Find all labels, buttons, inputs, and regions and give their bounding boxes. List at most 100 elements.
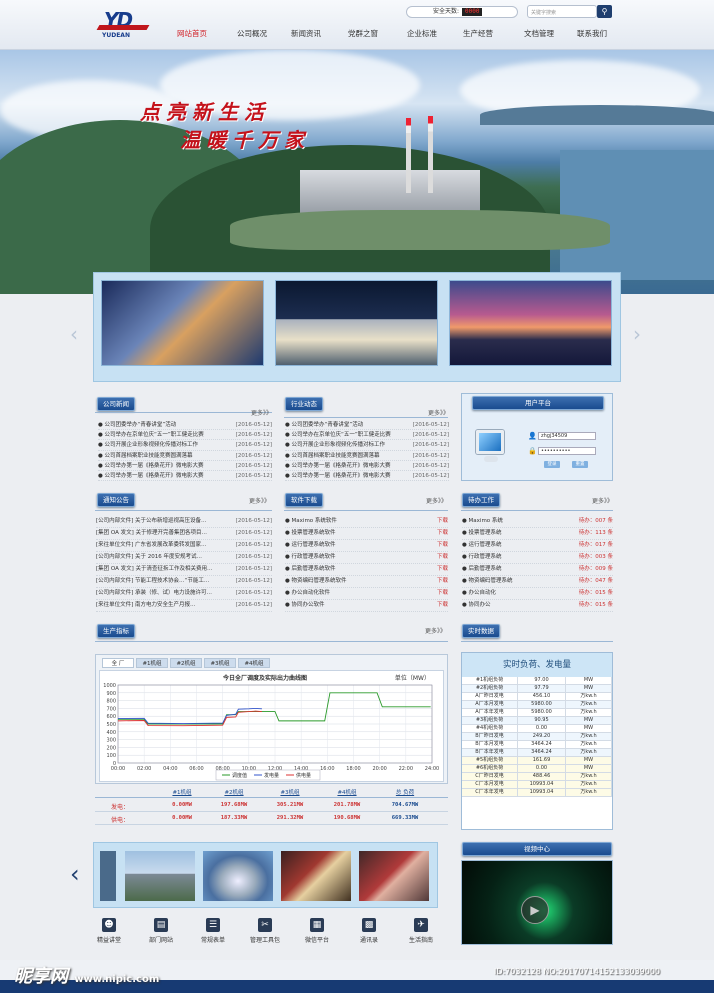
strip-image[interactable] xyxy=(281,851,351,901)
list-item[interactable]: ● 公司开展企业形象视频化传播对标工作 [2016-05-12] xyxy=(285,440,449,451)
list-item[interactable]: ● 办公自动化软件 下载 xyxy=(285,588,448,600)
nav-item[interactable]: 党群之窗 xyxy=(348,28,378,39)
strip-image[interactable] xyxy=(203,851,273,901)
password-field[interactable]: •••••••••• xyxy=(538,447,596,455)
download-link[interactable]: 下载 xyxy=(437,552,448,562)
list-item[interactable]: ● Maximo 系统软件 下载 xyxy=(285,516,448,528)
list-item[interactable]: ● 公司举办第一届《格桑花开》微电影大赛 [2016-05-12] xyxy=(285,471,449,482)
company-news-tab[interactable]: 公司新闻 xyxy=(97,397,135,411)
realtime-tab[interactable]: 实时数据 xyxy=(462,624,500,638)
list-item[interactable]: [公司内部文件] 关于 2016 年度安规考试… [2016-05-12] xyxy=(96,552,272,564)
list-item[interactable]: ● 行政管理系统 待办：003 条 xyxy=(462,552,613,564)
quick-link[interactable]: ✈ 生活指南 xyxy=(401,918,441,944)
nav-item[interactable]: 公司概况 xyxy=(237,28,267,39)
unit-tab[interactable]: #1机组 xyxy=(136,658,168,668)
download-link[interactable]: 下载 xyxy=(437,600,448,610)
production-tab[interactable]: 生产指标 xyxy=(97,624,135,638)
unit-tab[interactable]: #2机组 xyxy=(170,658,202,668)
company-news-more[interactable]: 更多》》 xyxy=(251,408,272,417)
list-item[interactable]: [集团 OA 发文] 关于修理开完善集团各项目… [2016-05-12] xyxy=(96,528,272,540)
list-item[interactable]: ● 公司首届档案职业技能竞赛圆满落幕 [2016-05-12] xyxy=(98,451,272,461)
list-item[interactable]: ● 公司举办第一届《格桑花开》微电影大赛 [2016-05-12] xyxy=(98,461,272,471)
list-item[interactable]: ● 公司团委举办“青春讲堂”活动 [2016-05-12] xyxy=(285,420,449,431)
list-item[interactable]: ● Maximo 系统 待办：007 条 xyxy=(462,516,613,528)
list-item[interactable]: ● 运行管理系统软件 下载 xyxy=(285,540,448,552)
strip-image[interactable] xyxy=(359,851,429,901)
list-item[interactable]: ● 物资编码管理系统 待办：047 条 xyxy=(462,576,613,588)
login-button[interactable]: 登录 xyxy=(544,461,560,468)
nav-item[interactable]: 网站首页 xyxy=(177,28,207,39)
gallery-image[interactable] xyxy=(101,280,264,366)
play-icon[interactable]: ▶ xyxy=(521,896,549,924)
list-item[interactable]: ● 公司开展企业形象视频化传播对标工作 [2016-05-12] xyxy=(98,440,272,451)
download-link[interactable]: 下载 xyxy=(437,564,448,574)
nav-item[interactable]: 文档管理 xyxy=(524,28,554,39)
industry-news-more[interactable]: 更多》》 xyxy=(428,408,449,417)
quick-link[interactable]: ▩ 通讯录 xyxy=(349,918,389,944)
unit-tab[interactable]: 全 厂 xyxy=(102,658,134,668)
list-item[interactable]: ● 公司首届档案职业技能竞赛圆满落幕 [2016-05-12] xyxy=(285,451,449,461)
industry-news-tab[interactable]: 行业动态 xyxy=(285,397,323,411)
gallery-image[interactable] xyxy=(275,280,438,366)
list-item[interactable]: ● 物资编码管理系统软件 下载 xyxy=(285,576,448,588)
nav-item[interactable]: 新闻资讯 xyxy=(291,28,321,39)
reset-button[interactable]: 重置 xyxy=(572,461,588,468)
gallery-image[interactable] xyxy=(449,280,612,366)
nav-item[interactable]: 联系我们 xyxy=(577,28,607,39)
production-more[interactable]: 更多》》 xyxy=(425,626,446,635)
company-logo[interactable]: YD YUDEAN xyxy=(96,8,154,42)
list-item[interactable]: ● 办公自动化 待办：015 条 xyxy=(462,588,613,600)
search-icon[interactable]: ⚲ xyxy=(597,5,612,18)
list-item[interactable]: ● 公司团委举办“青春讲堂”活动 [2016-05-12] xyxy=(98,420,272,431)
list-item[interactable]: ● 投票管理系统软件 下载 xyxy=(285,528,448,540)
video-player[interactable]: ▶ xyxy=(461,860,613,945)
unit-tab[interactable]: #4机组 xyxy=(238,658,270,668)
list-item[interactable]: ● 后勤管理系统软件 下载 xyxy=(285,564,448,576)
chevron-right-icon[interactable]: › xyxy=(633,322,641,346)
download-link[interactable]: 下载 xyxy=(437,528,448,538)
list-item[interactable]: ● 协同办公软件 下载 xyxy=(285,600,448,612)
download-link[interactable]: 下载 xyxy=(437,576,448,586)
software-tab[interactable]: 软件下载 xyxy=(285,493,323,507)
quick-link[interactable]: ☰ 常规表单 xyxy=(193,918,233,944)
list-item[interactable]: ● 行政管理系统软件 下载 xyxy=(285,552,448,564)
list-item[interactable]: ● 公司举办在京单位庆“五一”职工健走比赛 [2016-05-12] xyxy=(285,430,449,441)
list-item[interactable]: ● 公司举办在京单位庆“五一”职工健走比赛 [2016-05-12] xyxy=(98,430,272,441)
list-item-title: ● 运行管理系统 xyxy=(462,542,502,548)
list-item[interactable]: ● 公司举办第一届《格桑花开》微电影大赛 [2016-05-12] xyxy=(98,471,272,482)
list-item[interactable]: ● 公司举办第一届《格桑花开》微电影大赛 [2016-05-12] xyxy=(285,461,449,471)
search-input[interactable]: 关键字搜索 xyxy=(527,5,597,18)
quick-link[interactable]: ▦ 微信平台 xyxy=(297,918,337,944)
list-item[interactable]: [公司内部文件] 关于公布新增巡视高压设备… [2016-05-12] xyxy=(96,516,272,528)
list-item[interactable]: ● 后勤管理系统 待办：009 条 xyxy=(462,564,613,576)
list-item[interactable]: ● 运行管理系统 待办：017 条 xyxy=(462,540,613,552)
nav-item[interactable]: 企业标准 xyxy=(407,28,437,39)
list-item[interactable]: ● 投票管理系统 待办：113 条 xyxy=(462,528,613,540)
notices-more[interactable]: 更多》》 xyxy=(249,496,270,505)
notices-tab[interactable]: 通知公告 xyxy=(97,493,135,507)
realtime-value: 5980.00 xyxy=(518,700,566,708)
list-item[interactable]: [公司内部文件] 承装（修、试）电力设施许可… [2016-05-12] xyxy=(96,588,272,600)
chevron-left-icon[interactable]: ‹ xyxy=(70,322,78,346)
chevron-left-icon[interactable]: ‹ xyxy=(70,860,80,888)
list-item[interactable]: [公司内部文件] 节能工程技术协会…“节能工… [2016-05-12] xyxy=(96,576,272,588)
username-field[interactable]: zhgj34509 xyxy=(538,432,596,440)
list-item[interactable]: [集团 OA 发文] 关于清查征拆工作及相关费用… [2016-05-12] xyxy=(96,564,272,576)
unit-tab[interactable]: #3机组 xyxy=(204,658,236,668)
download-link[interactable]: 下载 xyxy=(437,540,448,550)
software-more[interactable]: 更多》》 xyxy=(426,496,447,505)
todo-more[interactable]: 更多》》 xyxy=(592,496,613,505)
todo-tab[interactable]: 待办工作 xyxy=(462,493,500,507)
quick-link[interactable]: ▤ 部门网站 xyxy=(141,918,181,944)
list-item[interactable]: [来往单位文件] 南方电力安全生产月报… [2016-05-12] xyxy=(96,600,272,612)
nav-item[interactable]: 生产经营 xyxy=(463,28,493,39)
hero-banner: 点亮新生活 温暖千万家 xyxy=(0,50,714,294)
quick-link[interactable]: ☻ 精益讲堂 xyxy=(89,918,129,944)
list-item[interactable]: ● 协同办公 待办：015 条 xyxy=(462,600,613,612)
strip-image[interactable] xyxy=(100,851,116,901)
download-link[interactable]: 下载 xyxy=(437,516,448,526)
quick-link[interactable]: ✂ 管理工具包 xyxy=(245,918,285,944)
download-link[interactable]: 下载 xyxy=(437,588,448,598)
strip-image[interactable] xyxy=(125,851,195,901)
list-item[interactable]: [来往单位文件] 广东省发展改革委转发国家… [2016-05-12] xyxy=(96,540,272,552)
